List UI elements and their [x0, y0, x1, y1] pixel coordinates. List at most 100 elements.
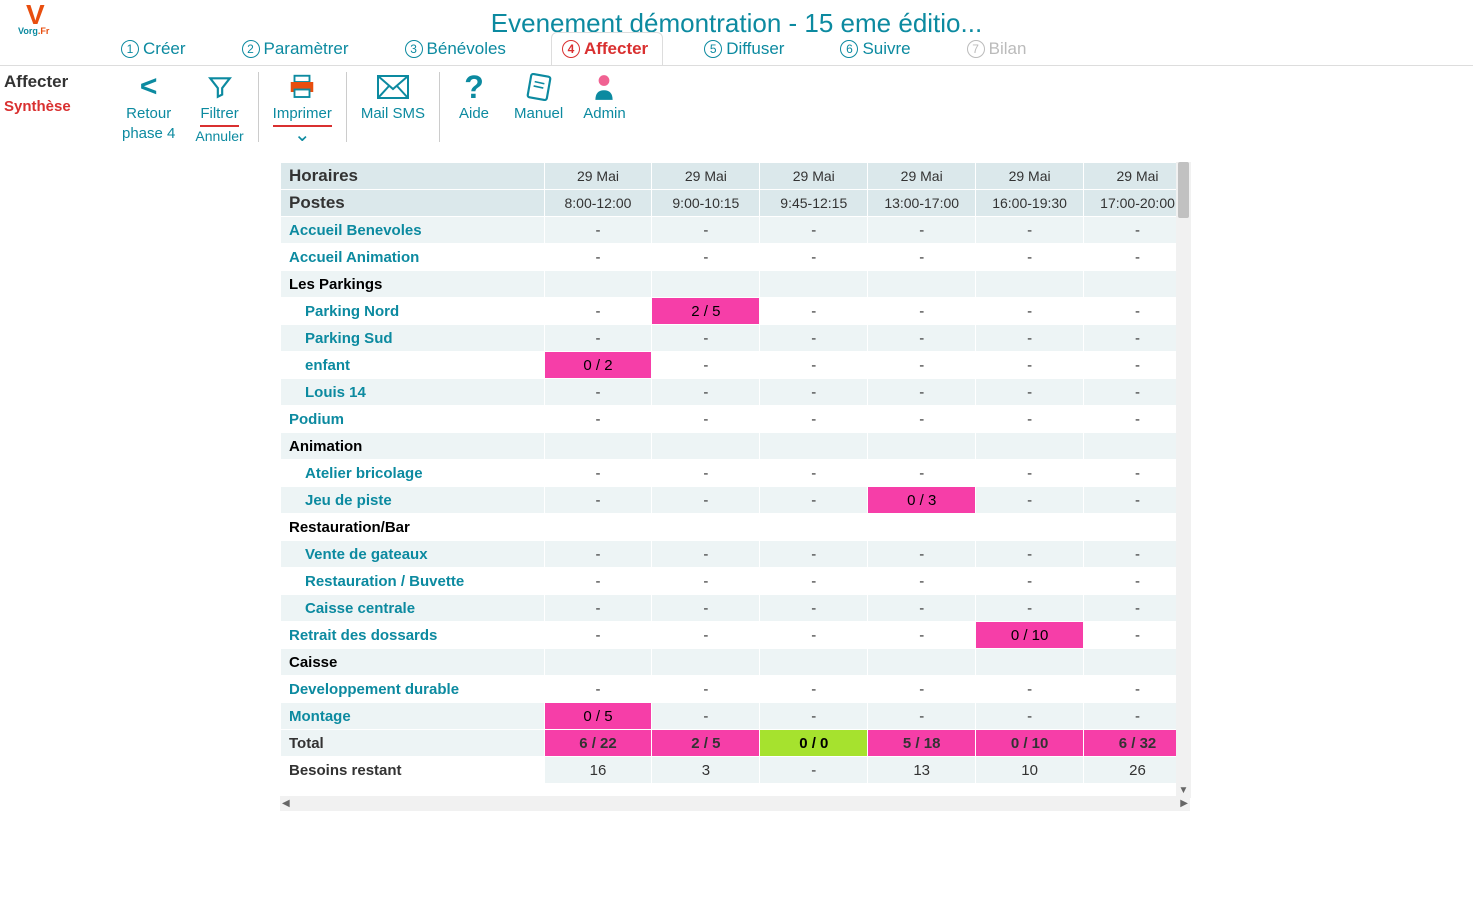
manuel-button[interactable]: Manuel — [504, 70, 573, 124]
row-label[interactable]: Accueil Benevoles — [281, 217, 545, 244]
cell: - — [976, 460, 1084, 487]
header-date: 29 Mai — [868, 163, 976, 190]
row-label[interactable]: Restauration / Buvette — [281, 568, 545, 595]
row-label[interactable]: Parking Nord — [281, 298, 545, 325]
cell: - — [652, 622, 760, 649]
row-label[interactable]: Retrait des dossards — [281, 622, 545, 649]
scrollbar-thumb[interactable] — [1178, 162, 1189, 218]
cell: - — [652, 487, 760, 514]
cell: - — [868, 541, 976, 568]
cell: - — [976, 676, 1084, 703]
cell: - — [652, 568, 760, 595]
printer-icon — [287, 70, 317, 104]
row-label[interactable]: Montage — [281, 703, 545, 730]
row-label[interactable]: Caisse centrale — [281, 595, 545, 622]
cell[interactable]: 0 / 3 — [868, 487, 976, 514]
tab-number-icon: 3 — [405, 40, 423, 58]
app-logo: V Vorg.Fr — [18, 4, 56, 52]
scroll-right-icon[interactable]: ▶ — [1180, 798, 1188, 809]
cell: - — [868, 460, 976, 487]
header-time: 9:45-12:15 — [760, 190, 868, 217]
imprimer-button[interactable]: Imprimer ⌄ — [263, 70, 342, 143]
cell: - — [760, 487, 868, 514]
tab-bénévoles[interactable]: 3Bénévoles — [394, 32, 521, 65]
cell[interactable]: 2 / 5 — [652, 298, 760, 325]
cell: - — [760, 703, 868, 730]
cell: - — [760, 406, 868, 433]
filtrer-button[interactable]: Filtrer Annuler — [185, 70, 253, 145]
cell: - — [976, 406, 1084, 433]
cell: - — [544, 541, 652, 568]
aide-button[interactable]: ? Aide — [444, 70, 504, 124]
cell — [652, 271, 760, 298]
chevron-down-icon[interactable]: ⌄ — [294, 127, 311, 143]
tab-suivre[interactable]: 6Suivre — [829, 32, 925, 65]
cell: - — [544, 244, 652, 271]
tab-label: Créer — [143, 39, 186, 59]
table-scroll-area[interactable]: Horaires29 Mai29 Mai29 Mai29 Mai29 Mai29… — [280, 162, 1192, 798]
cell[interactable]: 0 / 5 — [544, 703, 652, 730]
tab-label: Bilan — [989, 39, 1027, 59]
vertical-scrollbar[interactable]: ▼ — [1176, 162, 1191, 798]
tab-diffuser[interactable]: 5Diffuser — [693, 32, 799, 65]
needs-cell: 3 — [652, 757, 760, 784]
tab-affecter[interactable]: 4Affecter — [551, 32, 663, 65]
row-label[interactable]: Vente de gateaux — [281, 541, 545, 568]
row-label[interactable]: Jeu de piste — [281, 487, 545, 514]
tab-number-icon: 1 — [121, 40, 139, 58]
row-label[interactable]: Accueil Animation — [281, 244, 545, 271]
tab-label: Affecter — [584, 39, 648, 59]
row-label[interactable]: enfant — [281, 352, 545, 379]
tab-paramètrer[interactable]: 2Paramètrer — [231, 32, 364, 65]
cell: - — [652, 676, 760, 703]
annuler-label[interactable]: Annuler — [195, 127, 243, 145]
cell: - — [868, 676, 976, 703]
cell — [868, 433, 976, 460]
header-date: 29 Mai — [652, 163, 760, 190]
cell — [760, 271, 868, 298]
cell: - — [652, 325, 760, 352]
cell — [544, 514, 652, 541]
cell — [544, 649, 652, 676]
row-label[interactable]: Parking Sud — [281, 325, 545, 352]
cell: - — [652, 460, 760, 487]
tab-number-icon: 5 — [704, 40, 722, 58]
row-label[interactable]: Developpement durable — [281, 676, 545, 703]
cell — [652, 649, 760, 676]
horizontal-scrollbar[interactable]: ◀ ▶ — [280, 796, 1190, 811]
row-label: Animation — [281, 433, 545, 460]
row-label[interactable]: Podium — [281, 406, 545, 433]
book-icon — [526, 70, 552, 104]
row-label: Caisse — [281, 649, 545, 676]
tab-number-icon: 4 — [562, 40, 580, 58]
cell[interactable]: 0 / 10 — [976, 622, 1084, 649]
manuel-label: Manuel — [514, 104, 563, 124]
logo-v: V — [26, 4, 56, 26]
cell[interactable]: 0 / 2 — [544, 352, 652, 379]
cell: - — [868, 568, 976, 595]
cell: - — [760, 676, 868, 703]
total-cell: 2 / 5 — [652, 730, 760, 757]
cell: - — [868, 595, 976, 622]
cell: - — [760, 379, 868, 406]
row-label[interactable]: Atelier bricolage — [281, 460, 545, 487]
cell: - — [760, 217, 868, 244]
tab-créer[interactable]: 1Créer — [110, 32, 201, 65]
cell: - — [760, 460, 868, 487]
cell: - — [652, 541, 760, 568]
cell: - — [544, 379, 652, 406]
scroll-left-icon[interactable]: ◀ — [282, 798, 290, 809]
admin-label: Admin — [583, 104, 626, 124]
mail-sms-button[interactable]: Mail SMS — [351, 70, 435, 124]
retour-phase-button[interactable]: < Retour phase 4 — [112, 70, 185, 143]
row-label[interactable]: Louis 14 — [281, 379, 545, 406]
cell — [544, 433, 652, 460]
toolbar-separator — [439, 72, 440, 142]
admin-button[interactable]: Admin — [573, 70, 636, 124]
header-horaires: Horaires — [281, 163, 545, 190]
cell — [976, 271, 1084, 298]
tab-label: Diffuser — [726, 39, 784, 59]
header-postes: Postes — [281, 190, 545, 217]
tab-number-icon: 6 — [840, 40, 858, 58]
cell: - — [868, 244, 976, 271]
